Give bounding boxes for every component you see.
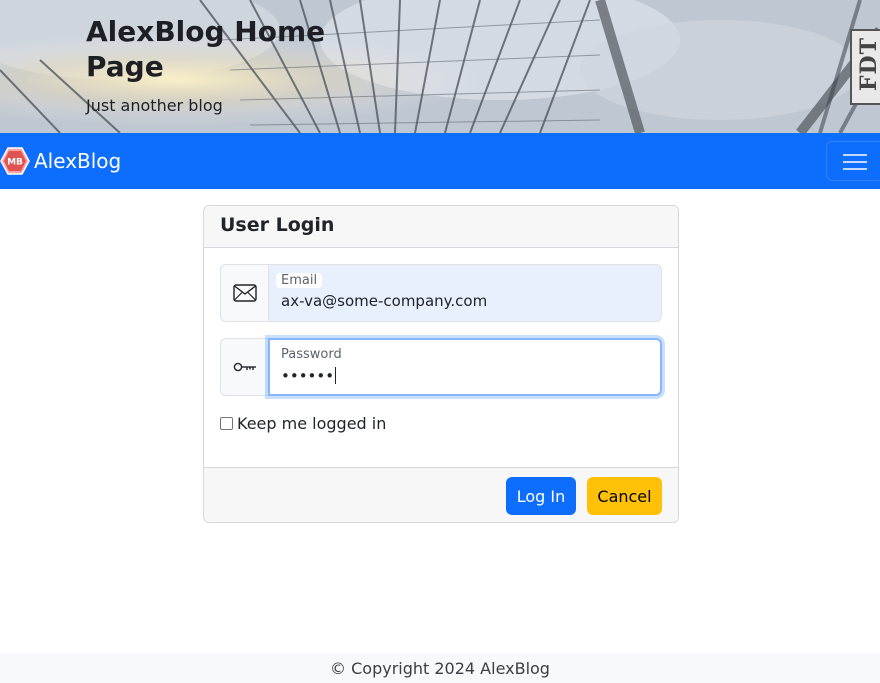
page-footer: © Copyright 2024 AlexBlog: [0, 653, 880, 683]
remember-me-row: Keep me logged in: [220, 414, 386, 433]
hamburger-icon-bar: [843, 168, 867, 170]
email-field[interactable]: Email ax-va@some-company.com: [268, 264, 662, 322]
remember-me-label[interactable]: Keep me logged in: [237, 414, 386, 433]
hamburger-icon-bar: [843, 161, 867, 163]
site-title: AlexBlog Home Page: [86, 15, 326, 83]
key-icon: [233, 362, 256, 372]
password-addon: [220, 338, 268, 396]
navbar-brand[interactable]: MB AlexBlog: [0, 146, 121, 176]
blog-logo-icon: MB: [0, 147, 30, 175]
site-tagline: Just another blog: [86, 96, 223, 115]
email-row: Email ax-va@some-company.com: [220, 264, 662, 322]
login-card: User Login Email ax-va@some-company.com: [203, 205, 679, 523]
email-value: ax-va@some-company.com: [281, 292, 488, 310]
password-row: Password ••••••: [220, 338, 662, 396]
fdt-badge-text: FDT: [856, 37, 880, 92]
password-value: ••••••: [281, 367, 335, 385]
hamburger-menu-button[interactable]: [826, 141, 880, 181]
text-caret: [335, 367, 337, 384]
password-field[interactable]: Password ••••••: [268, 338, 662, 396]
remember-me-checkbox[interactable]: [220, 417, 233, 430]
copyright-text: © Copyright 2024 AlexBlog: [330, 659, 550, 678]
fdt-badge: FDT: [850, 29, 880, 105]
login-button[interactable]: Log In: [506, 477, 576, 515]
hamburger-icon: [843, 154, 867, 156]
password-label: Password: [276, 347, 347, 362]
cancel-button[interactable]: Cancel: [587, 477, 662, 515]
envelope-icon: [232, 284, 257, 302]
email-addon: [220, 264, 268, 322]
header-banner: AlexBlog Home Page Just another blog FDT: [0, 0, 880, 133]
email-label: Email: [276, 273, 323, 288]
password-value-wrap: ••••••: [281, 367, 337, 385]
navbar: MB AlexBlog: [0, 133, 880, 189]
brand-name: AlexBlog: [34, 149, 122, 173]
login-heading: User Login: [204, 206, 678, 248]
logo-text: MB: [7, 158, 23, 168]
login-card-footer: Log In Cancel: [204, 467, 678, 522]
